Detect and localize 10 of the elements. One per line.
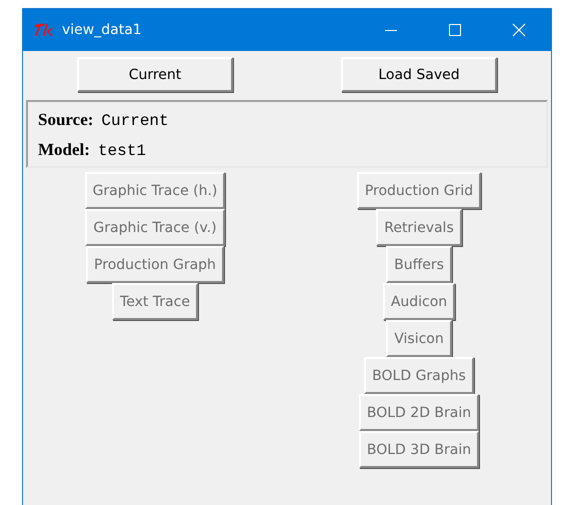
- info-label: Model:: [38, 140, 90, 160]
- maximize-icon: [449, 24, 461, 36]
- info-label: Source:: [38, 110, 94, 130]
- source-button[interactable]: Current: [77, 57, 233, 92]
- window-title: view_data1: [62, 22, 143, 38]
- source-button[interactable]: Load Saved: [341, 57, 497, 92]
- info-value: test1: [98, 142, 146, 160]
- app-logo-icon: [34, 22, 56, 38]
- close-icon: [512, 23, 526, 37]
- info-value: Current: [101, 112, 169, 130]
